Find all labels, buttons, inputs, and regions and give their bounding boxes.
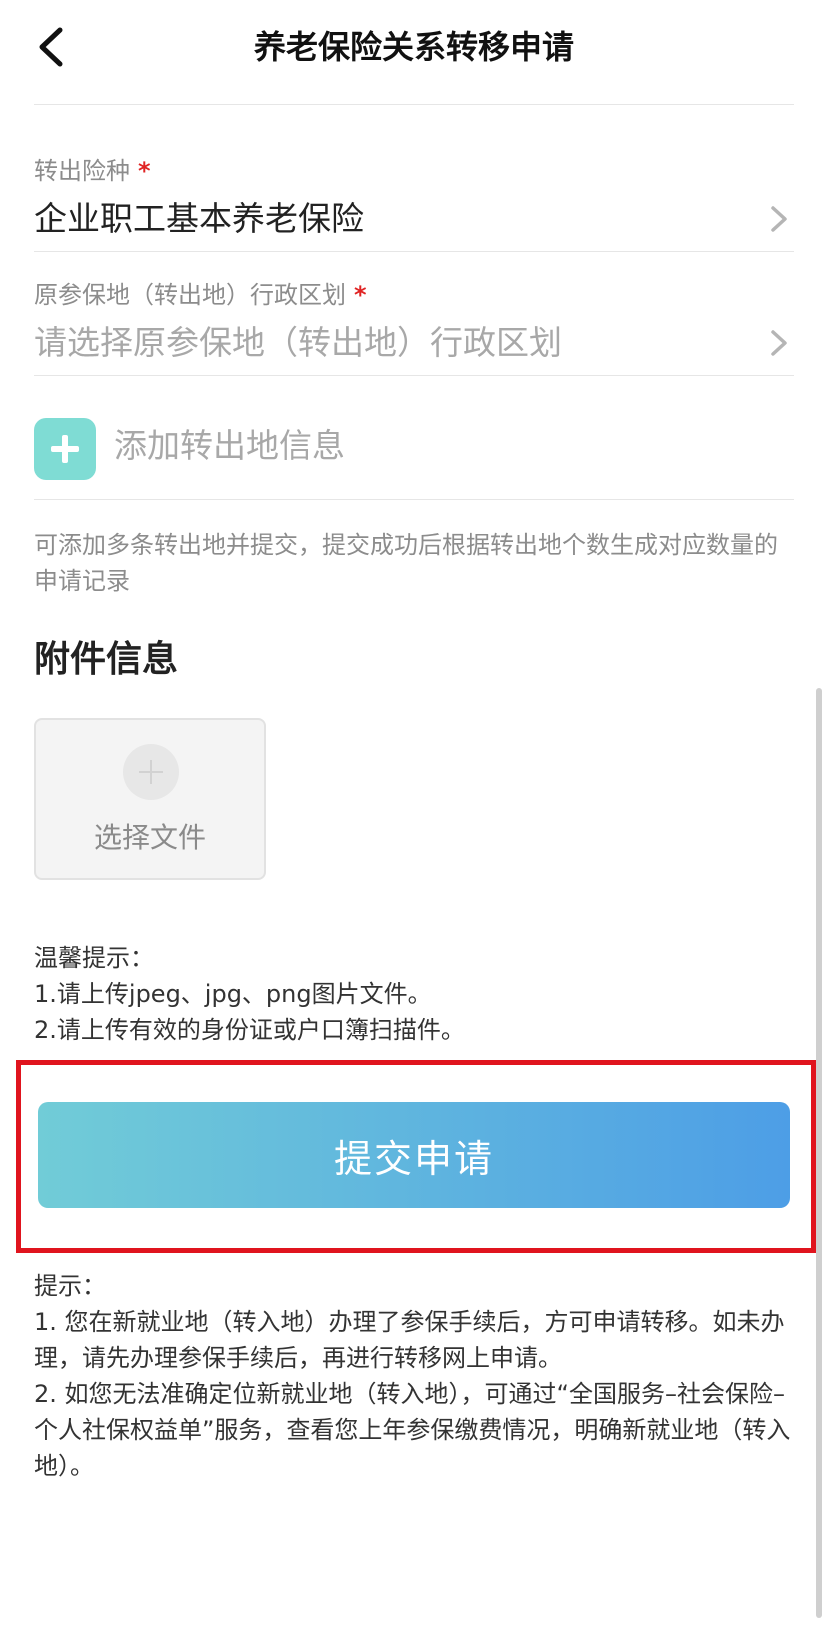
submit-button[interactable]: 提交申请 xyxy=(38,1102,790,1208)
footer-tips: 提示： 1. 您在新就业地（转入地）办理了参保手续后，方可申请转移。如未办理，请… xyxy=(34,1268,794,1484)
origin-region-field[interactable]: 原参保地（转出地）行政区划 * 请选择原参保地（转出地）行政区划 xyxy=(34,278,794,368)
footer-tips-item: 2. 如您无法准确定位新就业地（转入地），可通过“全国服务–社会保险–个人社保权… xyxy=(34,1380,791,1480)
attachments-title: 附件信息 xyxy=(34,639,179,680)
required-mark: * xyxy=(354,281,367,309)
warm-tips: 温馨提示： 1.请上传jpeg、jpg、png图片文件。 2.请上传有效的身份证… xyxy=(34,940,794,1048)
origin-region-select[interactable]: 请选择原参保地（转出地）行政区划 xyxy=(34,318,794,368)
required-mark: * xyxy=(138,157,151,185)
plus-icon xyxy=(123,744,179,800)
warm-tips-line: 1.请上传jpeg、jpg、png图片文件。 xyxy=(34,980,432,1008)
transfer-type-label: 转出险种 * xyxy=(34,157,151,185)
field-divider xyxy=(34,251,794,252)
scrollbar[interactable] xyxy=(816,688,822,1618)
chevron-right-icon xyxy=(771,206,787,232)
footer-tips-item: 1. 您在新就业地（转入地）办理了参保手续后，方可申请转移。如未办理，请先办理参… xyxy=(34,1308,785,1372)
select-file-button[interactable]: 选择文件 xyxy=(34,718,266,880)
page-title: 养老保险关系转移申请 xyxy=(253,28,574,66)
select-file-label: 选择文件 xyxy=(93,821,206,854)
warm-tips-line: 2.请上传有效的身份证或户口簿扫描件。 xyxy=(34,1016,465,1044)
add-origin-button[interactable]: 添加转出地信息 xyxy=(34,415,794,487)
origin-region-label: 原参保地（转出地）行政区划 * xyxy=(34,281,367,309)
chevron-right-icon xyxy=(771,330,787,356)
footer-tips-title: 提示： xyxy=(34,1272,106,1300)
transfer-type-field[interactable]: 转出险种 * 企业职工基本养老保险 xyxy=(34,154,794,244)
multi-origin-hint: 可添加多条转出地并提交，提交成功后根据转出地个数生成对应数量的申请记录 xyxy=(34,531,778,595)
field-divider xyxy=(34,499,794,500)
plus-icon xyxy=(34,418,96,480)
transfer-type-value: 企业职工基本养老保险 xyxy=(34,199,364,238)
add-origin-label: 添加转出地信息 xyxy=(114,426,345,465)
field-divider xyxy=(34,375,794,376)
header-divider xyxy=(34,104,794,105)
nav-header: 养老保险关系转移申请 xyxy=(0,0,828,100)
warm-tips-title: 温馨提示： xyxy=(34,944,154,972)
